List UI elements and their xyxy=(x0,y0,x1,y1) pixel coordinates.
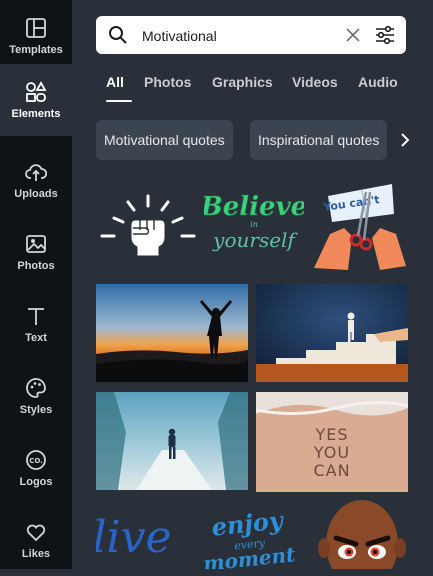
silhouette-sunset-image xyxy=(96,284,248,382)
moment-text: moment xyxy=(202,542,297,569)
search-input[interactable] xyxy=(140,24,334,48)
graphic-cutting-you-cant[interactable]: You can't xyxy=(310,178,410,270)
graphic-determined-face[interactable] xyxy=(316,498,408,569)
believe-text: Believe xyxy=(204,192,304,222)
graphic-raised-fist[interactable] xyxy=(96,186,200,266)
styles-icon xyxy=(26,377,46,398)
search-icon[interactable] xyxy=(108,25,128,45)
heart-icon xyxy=(26,524,46,541)
search-box[interactable] xyxy=(96,16,406,54)
tab-videos[interactable]: Videos xyxy=(292,74,338,90)
clear-icon[interactable] xyxy=(344,26,362,44)
graphic-believe-in-yourself[interactable]: Believe in yourself xyxy=(199,184,307,260)
enjoy-text: enjoy xyxy=(210,508,286,542)
determined-face-icon xyxy=(318,500,406,569)
nav-photos-label: Photos xyxy=(17,259,55,272)
nav-uploads-label: Uploads xyxy=(14,187,58,200)
live-text: live xyxy=(96,512,172,563)
chip-inspirational-quotes[interactable]: Inspirational quotes xyxy=(250,120,388,160)
nav-photos[interactable]: Photos xyxy=(0,216,72,288)
active-tab-indicator xyxy=(106,100,132,102)
graphic-enjoy-every-moment[interactable]: enjoy every moment xyxy=(194,508,304,569)
sand-writing-image: YES YOU CAN xyxy=(256,392,408,492)
nav-styles[interactable]: Styles xyxy=(0,360,72,432)
nav-logos-label: Logos xyxy=(19,475,53,488)
photo-steps-figurine[interactable] xyxy=(256,284,408,382)
svg-text:CO.: CO. xyxy=(29,457,43,465)
sand-you-text: YOU xyxy=(313,443,350,462)
sand-can-text: CAN xyxy=(313,461,350,480)
nav-likes-label: Likes xyxy=(21,547,51,560)
tab-audio[interactable]: Audio xyxy=(358,74,398,90)
templates-icon xyxy=(26,17,46,38)
photos-icon xyxy=(26,234,46,253)
nav-logos[interactable]: CO. Logos xyxy=(0,432,72,504)
nav-templates[interactable]: Templates xyxy=(0,0,72,72)
raised-fist-icon xyxy=(100,194,196,257)
nav-styles-label: Styles xyxy=(19,403,53,416)
enjoy-lettering: enjoy every moment xyxy=(202,508,297,569)
nav-likes[interactable]: Likes xyxy=(0,504,72,576)
tab-photos[interactable]: Photos xyxy=(144,74,191,90)
tab-all[interactable]: All xyxy=(106,74,124,90)
logos-icon: CO. xyxy=(26,449,46,470)
chevron-right-icon[interactable] xyxy=(399,132,411,148)
live-lettering: live xyxy=(96,512,172,563)
yourself-text: yourself xyxy=(212,228,298,252)
uploads-icon xyxy=(25,163,47,181)
nav-uploads[interactable]: Uploads xyxy=(0,144,72,216)
runner-fog-image xyxy=(96,392,248,490)
photo-runner-fog[interactable] xyxy=(96,392,248,490)
tab-graphics[interactable]: Graphics xyxy=(212,74,273,90)
chip-motivational-quotes[interactable]: Motivational quotes xyxy=(96,120,233,160)
graphic-live[interactable]: live xyxy=(96,502,176,569)
believe-lettering: Believe in yourself xyxy=(199,192,307,252)
nav-text[interactable]: Text xyxy=(0,288,72,360)
text-icon xyxy=(28,307,44,325)
nav-elements[interactable]: Elements xyxy=(0,64,72,136)
content-tabs: All Photos Graphics Videos Audio xyxy=(96,66,433,106)
side-nav-rail: Templates Elements Uploads Photos Text S… xyxy=(0,0,72,569)
nav-text-label: Text xyxy=(25,331,47,344)
sand-yes-text: YES xyxy=(314,425,348,444)
photo-silhouette-sunset[interactable] xyxy=(96,284,248,382)
nav-templates-label: Templates xyxy=(9,43,63,56)
you-cant-illustration: You can't xyxy=(314,184,406,270)
elements-panel: All Photos Graphics Videos Audio Motivat… xyxy=(72,0,433,569)
elements-icon xyxy=(26,80,47,102)
nav-elements-label: Elements xyxy=(11,107,61,120)
steps-figurine-image xyxy=(256,284,408,382)
photo-sand-yes-you-can[interactable]: YES YOU CAN xyxy=(256,392,408,492)
suggestion-chips: Motivational quotes Inspirational quotes xyxy=(96,120,426,160)
filter-icon[interactable] xyxy=(374,25,396,45)
